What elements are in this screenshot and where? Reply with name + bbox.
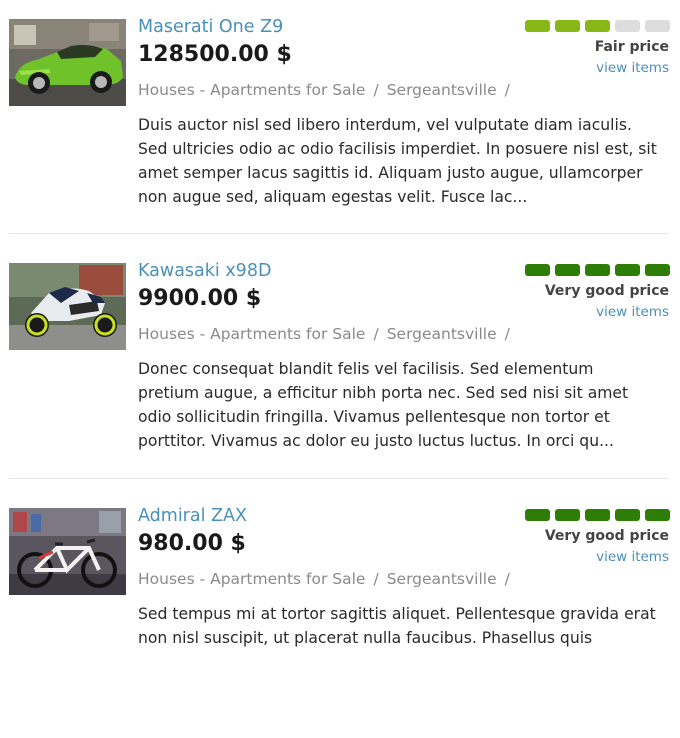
rating-segment: [585, 509, 610, 521]
breadcrumb-category[interactable]: Houses - Apartments for Sale: [138, 570, 365, 588]
bicycle-photo: [9, 508, 126, 595]
listing-title-link[interactable]: Maserati One Z9: [138, 17, 283, 37]
listing-thumbnail[interactable]: [9, 19, 126, 106]
listing-item: Kawasaki x98D 9900.00 $ Houses - Apartme…: [9, 261, 670, 493]
rating-segment: [645, 20, 670, 32]
price-rating-label: Fair price: [594, 39, 669, 55]
breadcrumb-separator: /: [373, 570, 379, 588]
rating-segment: [615, 264, 640, 276]
price-rating-label: Very good price: [544, 528, 669, 544]
listing-price: 9900.00 $: [138, 286, 262, 311]
listing-thumbnail[interactable]: [9, 508, 126, 595]
breadcrumb-separator: /: [504, 325, 510, 343]
green-sports-car-photo: [9, 19, 126, 106]
breadcrumb-category[interactable]: Houses - Apartments for Sale: [138, 325, 365, 343]
listing-divider: [9, 233, 669, 234]
rating-segment: [585, 20, 610, 32]
rating-segment: [555, 264, 580, 276]
listing-item: Admiral ZAX 980.00 $ Houses - Apartments…: [9, 506, 670, 738]
rating-segment: [645, 509, 670, 521]
breadcrumb-location[interactable]: Sergeantsville: [387, 570, 497, 588]
listing-item: Maserati One Z9 128500.00 $ Houses - Apa…: [9, 17, 670, 249]
price-rating-bar: [525, 20, 670, 33]
rating-segment: [525, 509, 550, 521]
listing-title-link[interactable]: Admiral ZAX: [138, 506, 247, 526]
rating-segment: [555, 509, 580, 521]
rating-segment: [585, 264, 610, 276]
breadcrumb: Houses - Apartments for Sale / Sergeantsvi…: [138, 81, 518, 99]
listing-price: 980.00 $: [138, 531, 246, 556]
breadcrumb-separator: /: [504, 570, 510, 588]
breadcrumb-category[interactable]: Houses - Apartments for Sale: [138, 81, 365, 99]
listing-description: Sed tempus mi at tortor sagittis aliquet…: [138, 605, 656, 647]
view-items-link[interactable]: view items: [596, 60, 669, 76]
listing-description: Duis auctor nisl sed libero interdum, ve…: [138, 116, 657, 206]
breadcrumb-separator: /: [504, 81, 510, 99]
view-items-link[interactable]: view items: [596, 304, 669, 320]
breadcrumb: Houses - Apartments for Sale / Sergeantsvi…: [138, 325, 518, 343]
listing-thumbnail[interactable]: [9, 263, 126, 350]
rating-segment: [615, 20, 640, 32]
listing-title-link[interactable]: Kawasaki x98D: [138, 261, 271, 281]
price-rating-label: Very good price: [544, 283, 669, 299]
breadcrumb-location[interactable]: Sergeantsville: [387, 325, 497, 343]
sport-motorcycle-photo: [9, 263, 126, 350]
rating-segment: [645, 264, 670, 276]
price-rating-bar: [525, 509, 670, 522]
rating-segment: [555, 20, 580, 32]
breadcrumb-separator: /: [373, 81, 379, 99]
breadcrumb-separator: /: [373, 325, 379, 343]
price-rating-bar: [525, 264, 670, 277]
rating-segment: [525, 264, 550, 276]
rating-segment: [525, 20, 550, 32]
listing-divider: [9, 478, 669, 479]
listing-description: Donec consequat blandit felis vel facili…: [138, 360, 629, 450]
view-items-link[interactable]: view items: [596, 549, 669, 565]
rating-segment: [615, 509, 640, 521]
breadcrumb-location[interactable]: Sergeantsville: [387, 81, 497, 99]
listing-price: 128500.00 $: [138, 42, 292, 67]
breadcrumb: Houses - Apartments for Sale / Sergeantsvi…: [138, 570, 518, 588]
